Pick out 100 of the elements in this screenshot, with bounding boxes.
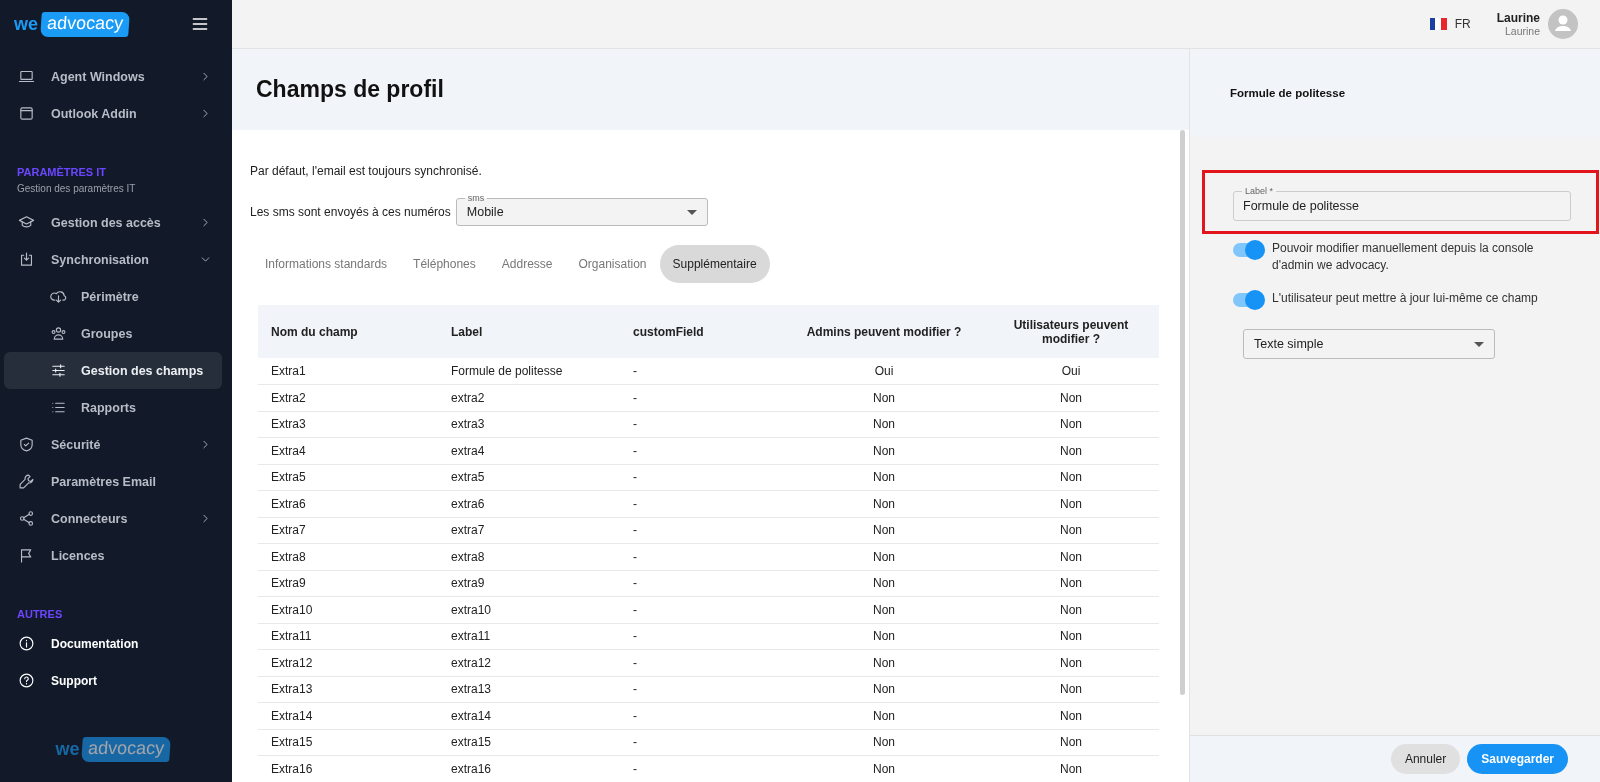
share-icon — [18, 510, 35, 527]
nav-item[interactable]: Agent Windows — [4, 58, 222, 95]
table-cell: Non — [785, 729, 983, 756]
nav-item[interactable]: Synchronisation — [4, 241, 222, 278]
nav-item[interactable]: Sécurité — [4, 426, 222, 463]
nav-item[interactable]: Connecteurs — [4, 500, 222, 537]
table-cell: Non — [983, 490, 1159, 517]
table-cell: Non — [785, 755, 983, 782]
tab[interactable]: Téléphones — [400, 245, 489, 283]
table-cell: - — [620, 411, 785, 438]
dropdown-caret-icon — [1474, 341, 1484, 347]
table-cell: - — [620, 384, 785, 411]
language-selector[interactable]: FR — [1429, 17, 1471, 31]
table-cell: Non — [785, 411, 983, 438]
table-cell: Non — [983, 464, 1159, 491]
table-cell: - — [620, 702, 785, 729]
table-cell: Extra14 — [258, 702, 438, 729]
column-header: Admins peuvent modifier ? — [785, 305, 983, 358]
people-icon — [50, 325, 67, 342]
table-cell: extra9 — [438, 570, 620, 597]
tab[interactable]: Organisation — [565, 245, 660, 283]
nav-item[interactable]: Rapports — [4, 389, 222, 426]
user-name: Laurine — [1496, 11, 1540, 25]
table-cell: - — [620, 596, 785, 623]
table-cell: Non — [785, 464, 983, 491]
table-cell: Non — [785, 384, 983, 411]
toggle-label: L'utilisateur peut mettre à jour lui-même ce champ — [1272, 290, 1538, 307]
graduation-cap-icon — [18, 214, 35, 231]
table-cell: extra7 — [438, 517, 620, 544]
table-cell: Extra12 — [258, 649, 438, 676]
table-cell: - — [620, 729, 785, 756]
table-cell: Non — [785, 517, 983, 544]
table-cell: Extra13 — [258, 676, 438, 703]
tab[interactable]: Addresse — [488, 245, 566, 283]
table-cell: - — [620, 437, 785, 464]
table-cell: Extra6 — [258, 490, 438, 517]
nav-item[interactable]: Licences — [4, 537, 222, 574]
table-cell: Extra2 — [258, 384, 438, 411]
cloud-download-icon — [50, 288, 67, 305]
type-select[interactable]: Texte simple — [1243, 329, 1495, 359]
nav-item[interactable]: Gestion des accès — [4, 204, 222, 241]
table-cell: Non — [785, 623, 983, 650]
help-icon — [18, 672, 35, 689]
table-cell: - — [620, 623, 785, 650]
table-cell: Non — [785, 676, 983, 703]
table-cell: Extra15 — [258, 729, 438, 756]
cancel-button[interactable]: Annuler — [1390, 744, 1461, 774]
table-cell: Extra7 — [258, 517, 438, 544]
table-cell: - — [620, 649, 785, 676]
column-header: Label — [438, 305, 620, 358]
table-cell: Non — [785, 543, 983, 570]
toggle-label: Pouvoir modifier manuellement depuis la console d'admin we advocacy. — [1272, 240, 1535, 274]
table-cell: extra3 — [438, 411, 620, 438]
table-cell: extra15 — [438, 729, 620, 756]
table-cell: extra12 — [438, 649, 620, 676]
table-cell: extra6 — [438, 490, 620, 517]
nav-item[interactable]: Paramètres Email — [4, 463, 222, 500]
scrollbar[interactable] — [1180, 130, 1185, 695]
nav-item[interactable]: Support — [4, 662, 222, 699]
nav-item[interactable]: Groupes — [4, 315, 222, 352]
table-cell: extra5 — [438, 464, 620, 491]
nav-item[interactable]: Documentation — [4, 625, 222, 662]
nav-item[interactable]: Outlook Addin — [4, 95, 222, 132]
table-cell: - — [620, 517, 785, 544]
table-cell: Non — [785, 437, 983, 464]
table-cell: Extra9 — [258, 570, 438, 597]
table-cell: - — [620, 676, 785, 703]
table-cell: Non — [983, 543, 1159, 570]
nav-item[interactable]: Gestion des champs — [4, 352, 222, 389]
table-cell: Oui — [785, 358, 983, 385]
table-cell: Extra11 — [258, 623, 438, 650]
table-cell: Non — [983, 517, 1159, 544]
table-cell: - — [620, 464, 785, 491]
table-cell: - — [620, 570, 785, 597]
table-cell: - — [620, 543, 785, 570]
wrench-icon — [18, 473, 35, 490]
page-title: Champs de profil — [256, 76, 444, 103]
toggle-switch[interactable] — [1233, 293, 1263, 307]
table-cell: Non — [785, 570, 983, 597]
table-cell: extra11 — [438, 623, 620, 650]
table-cell: Non — [983, 384, 1159, 411]
table-cell: extra4 — [438, 437, 620, 464]
tab[interactable]: Supplémentaire — [659, 245, 770, 283]
table-cell: extra13 — [438, 676, 620, 703]
table-cell: - — [620, 755, 785, 782]
nav-item[interactable]: Périmètre — [4, 278, 222, 315]
logo: we advocacy — [14, 11, 130, 37]
table-cell: - — [620, 358, 785, 385]
toggle-switch[interactable] — [1233, 243, 1263, 257]
tab[interactable]: Informations standards — [252, 245, 401, 283]
table-cell: Non — [983, 755, 1159, 782]
table-cell: extra10 — [438, 596, 620, 623]
info-text: Par défaut, l'email est toujours synchronisé. — [250, 164, 483, 178]
table-cell: Non — [983, 676, 1159, 703]
table-cell: Extra4 — [258, 437, 438, 464]
table-cell: Extra5 — [258, 464, 438, 491]
section-title: PARAMÈTRES IT — [16, 166, 108, 178]
flag-icon — [1429, 18, 1447, 30]
info-icon — [18, 635, 35, 652]
table-cell: Non — [785, 490, 983, 517]
